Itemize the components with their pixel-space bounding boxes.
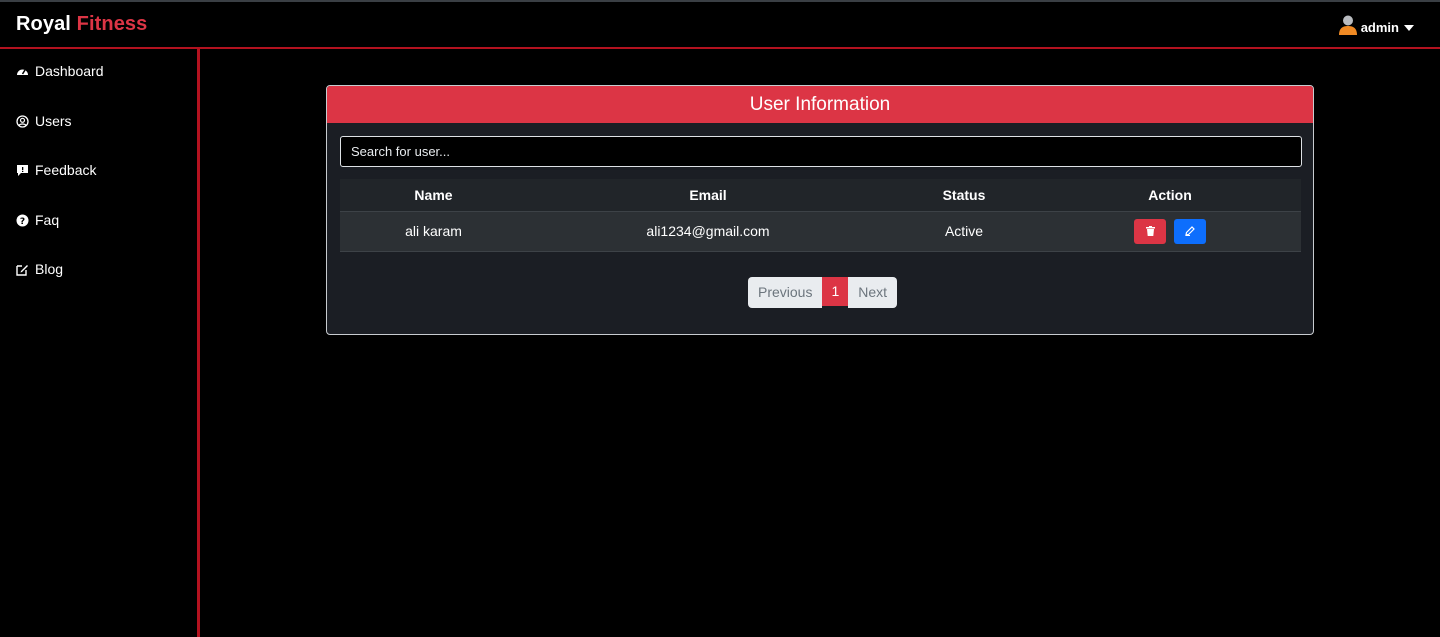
user-name-cell: ali karam [405, 223, 462, 239]
column-header-status: Status [942, 186, 986, 203]
column-header-action: Action [1148, 186, 1192, 203]
sidebar-divider [197, 49, 200, 637]
svg-text:?: ? [20, 217, 25, 227]
user-name: admin [1360, 20, 1399, 35]
table-row: ali karam ali1234@gmail.com Active [340, 211, 1301, 251]
users-table: Name Email Status Action ali karam ali12… [340, 179, 1301, 252]
search-input[interactable] [340, 136, 1302, 167]
pagination: Previous 1 Next [748, 277, 898, 308]
top-navbar: Royal Fitness admin [0, 0, 1440, 49]
sidebar-item-label: Users [35, 113, 72, 129]
sidebar-item-label: Blog [35, 261, 64, 277]
sidebar-item-feedback[interactable]: Feedback [16, 162, 96, 178]
edit-user-button[interactable] [1173, 218, 1206, 244]
user-circle-icon [16, 114, 29, 128]
user-menu-dropdown[interactable]: admin [1338, 14, 1414, 41]
column-header-email: Email [689, 186, 727, 203]
user-information-card: User Information Name Email Status Actio… [326, 85, 1314, 335]
user-icon [1338, 14, 1358, 41]
pagination-page-1[interactable]: 1 [822, 277, 849, 306]
question-circle-icon: ? [16, 214, 29, 227]
delete-user-button[interactable] [1134, 218, 1167, 244]
table-header-row: Name Email Status Action [340, 179, 1301, 211]
comment-icon [16, 164, 29, 177]
sidebar-item-label: Dashboard [35, 63, 104, 79]
pagination-previous[interactable]: Previous [748, 277, 823, 308]
card-title: User Information [327, 86, 1313, 123]
brand-name-part1: Royal [16, 13, 71, 35]
brand-logo[interactable]: Royal Fitness [16, 13, 147, 36]
caret-down-icon [1404, 23, 1414, 33]
user-status-cell: Active [944, 223, 984, 239]
sidebar-item-dashboard[interactable]: Dashboard [16, 63, 104, 79]
sidebar-item-faq[interactable]: ? Faq [16, 212, 59, 228]
brand-name-part2: Fitness [76, 13, 148, 35]
pagination-next[interactable]: Next [848, 277, 898, 308]
action-cell [1039, 211, 1301, 251]
tachometer-icon [16, 65, 29, 78]
edit-icon [16, 263, 29, 276]
sidebar-item-label: Faq [35, 212, 60, 228]
column-header-name: Name [414, 186, 453, 203]
pencil-icon [1185, 224, 1195, 239]
trash-icon [1145, 224, 1155, 239]
sidebar-item-users[interactable]: Users [16, 113, 72, 129]
sidebar-item-blog[interactable]: Blog [16, 261, 63, 277]
sidebar: Dashboard Users Feedback ? Faq Blog [0, 49, 197, 637]
sidebar-item-label: Feedback [35, 162, 97, 178]
user-email-cell: ali1234@gmail.com [646, 223, 770, 239]
